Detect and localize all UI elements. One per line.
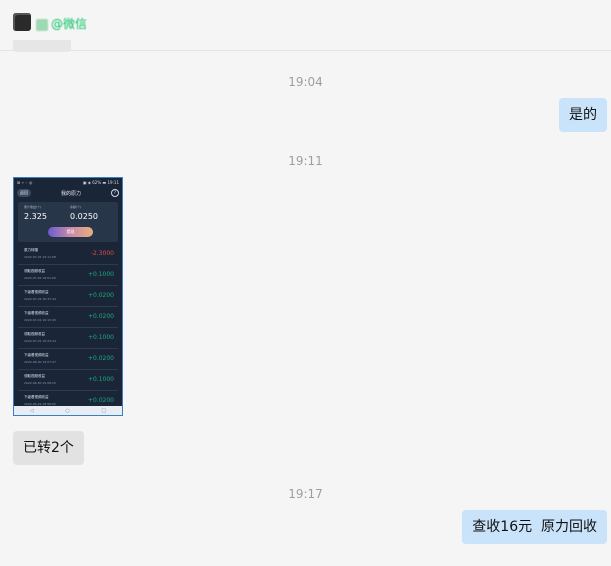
phone-summary-card: 累计收益(个) 余额(个) 2.325 0.0250 提现 (18, 202, 118, 242)
contact-name[interactable]: @微信 (36, 15, 87, 32)
message-text: 已转2个 (23, 440, 74, 456)
message-bubble-in[interactable]: 已转2个 (13, 431, 84, 465)
previous-message-bubble[interactable] (13, 40, 71, 52)
chat-header: @微信 (0, 0, 611, 51)
phone-record-row: 下级看视频收益 2022-06-30 19:07:27 +0.0200 (18, 349, 118, 370)
message-text: 查收16元 原力回收 (472, 519, 597, 535)
phone-record-row: 领取视频收益 2022-07-02 18:01:00 +0.1000 (18, 265, 118, 286)
timestamp: 19:17 (288, 487, 323, 501)
phone-record-row: 下级看视频收益 2022-07-01 19:13:45 +0.0200 (18, 307, 118, 328)
timestamp: 19:11 (288, 154, 323, 168)
back-triangle-icon: ◁ (29, 407, 34, 414)
phone-record-row: 下级看视频收益 2022-07-02 16:37:44 +0.0200 (18, 286, 118, 307)
image-message[interactable]: ⊞ ⌁ ◦ ◎ ▣ ◈ 62% ▬ 19:11 返回 我的原力 ? 累计收益(个… (13, 177, 123, 416)
blurred-name-icon (36, 18, 48, 31)
phone-record-row: 原力转赠 2022-07-02 19:11:08 -2.3000 (18, 244, 118, 265)
phone-status-bar: ⊞ ⌁ ◦ ◎ ▣ ◈ 62% ▬ 19:11 (17, 179, 119, 185)
message-bubble-out[interactable]: 查收16元 原力回收 (462, 510, 607, 544)
timestamp: 19:04 (288, 75, 323, 89)
phone-record-list: 原力转赠 2022-07-02 19:11:08 -2.3000 领取视频收益 202… (18, 244, 118, 412)
help-icon: ? (110, 189, 119, 197)
phone-back-button: 返回 (17, 189, 31, 197)
recents-square-icon: □ (101, 407, 107, 414)
phone-record-row: 领取视频收益 2022-06-30 15:08:15 +0.1000 (18, 370, 118, 391)
phone-withdraw-button: 提现 (48, 227, 93, 237)
avatar-icon[interactable] (13, 13, 31, 31)
phone-record-row: 领取视频收益 2022-07-01 15:23:44 +0.1000 (18, 328, 118, 349)
phone-nav-bar: 返回 我的原力 ? (14, 186, 122, 200)
phone-title: 我的原力 (60, 190, 81, 197)
home-circle-icon: ○ (65, 407, 70, 414)
message-bubble-out[interactable]: 是的 (559, 98, 607, 132)
message-text: 是的 (569, 107, 597, 123)
phone-system-nav: ◁ ○ □ (14, 406, 122, 415)
